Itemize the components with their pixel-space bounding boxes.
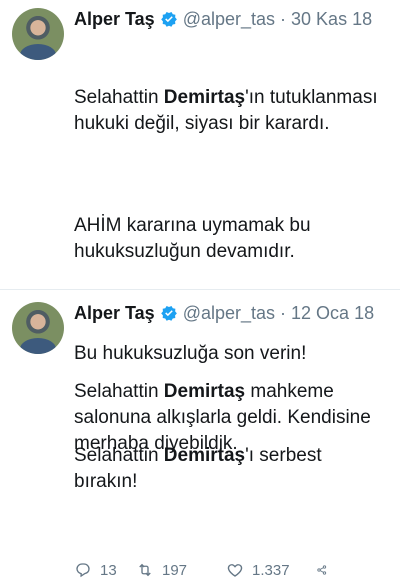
bold-name: Demirtaş <box>163 381 246 402</box>
retweet-button[interactable]: 197 <box>136 561 226 579</box>
tweet-text: Selahattin Demirtaş mahkeme salonuna alk… <box>74 327 388 509</box>
tweet-actions: 13 197 1.337 <box>74 561 388 579</box>
tweet-card[interactable]: Alper Taş @alper_tas · 30 Kas 18 Selahat… <box>0 0 400 579</box>
like-button[interactable]: 1.337 <box>226 561 316 579</box>
reply-button[interactable]: 13 <box>74 561 136 579</box>
bold-name: Demirtaş <box>163 87 246 108</box>
text-segment: AHİM kararına uymamak bu hukuksuzluğun d… <box>74 215 316 262</box>
avatar[interactable] <box>12 302 64 354</box>
text-segment: Selahattin <box>74 381 164 402</box>
tweet-content: Alper Taş @alper_tas · 12 Oca 18 Selahat… <box>74 302 388 454</box>
separator: · <box>280 9 287 29</box>
tweet-content: Alper Taş @alper_tas · 30 Kas 18 Selahat… <box>74 8 388 579</box>
share-button[interactable] <box>316 561 336 579</box>
timestamp[interactable]: 30 Kas 18 <box>291 8 372 30</box>
verified-badge-icon <box>160 304 178 322</box>
retweet-icon <box>139 563 151 577</box>
share-icon <box>317 565 327 575</box>
avatar[interactable] <box>12 8 64 60</box>
avatar-column <box>12 302 74 405</box>
verified-badge-icon <box>160 10 178 28</box>
like-count: 1.337 <box>252 561 290 579</box>
avatar-column <box>12 8 74 289</box>
retweet-count: 197 <box>162 561 188 579</box>
reply-icon <box>76 563 90 578</box>
handle[interactable]: @alper_tas <box>183 302 275 324</box>
display-name[interactable]: Alper Taş <box>74 8 155 30</box>
timestamp[interactable]: 12 Oca 18 <box>291 302 374 324</box>
separator: · <box>280 303 287 323</box>
tweet-header: Alper Taş @alper_tas · 30 Kas 18 <box>74 8 388 30</box>
display-name[interactable]: Alper Taş <box>74 302 155 324</box>
reply-count: 13 <box>100 561 117 579</box>
tweet-paragraph: Selahattin Demirtaş mahkeme salonuna alk… <box>74 379 388 457</box>
like-icon <box>227 564 243 577</box>
tweet-card[interactable]: Alper Taş @alper_tas · 12 Oca 18 Selahat… <box>0 290 400 454</box>
tweet-paragraph: Selahattin Demirtaş'ın tutuklanması huku… <box>74 85 388 137</box>
tweet-paragraph: AHİM kararına uymamak bu hukuksuzluğun d… <box>74 213 388 265</box>
handle[interactable]: @alper_tas <box>183 8 275 30</box>
text-segment: Selahattin <box>74 87 164 108</box>
tweet-header: Alper Taş @alper_tas · 12 Oca 18 <box>74 302 388 324</box>
